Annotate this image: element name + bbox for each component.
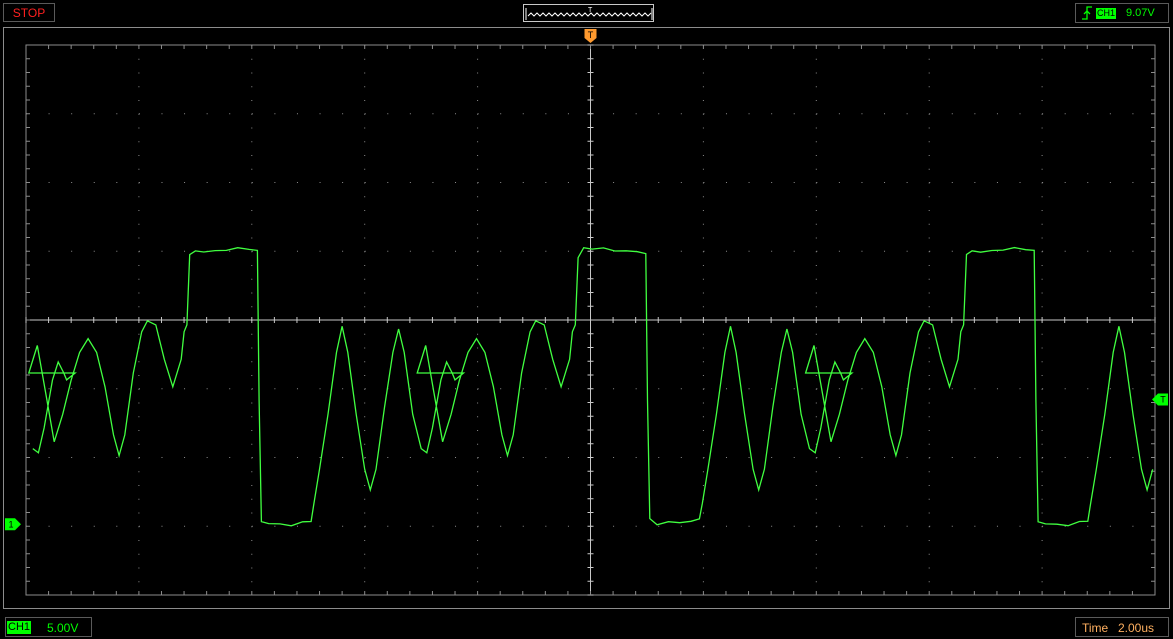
timebase-box[interactable]: Time 2.00us [1075,617,1169,637]
bottom-status-bar: CH1 5.00V Time 2.00us [0,612,1173,639]
trigger-position-marker: T [584,29,597,43]
trigger-level-marker: T [1152,393,1168,406]
scope-display[interactable]: T T 1 [3,27,1170,609]
trigger-source-badge: CH1 [1096,8,1117,19]
rising-edge-icon [1082,6,1092,20]
trigger-status-box[interactable]: CH1 9.07V [1075,3,1169,23]
channel-scale-box[interactable]: CH1 5.00V [5,617,92,637]
channel-badge: CH1 [7,621,32,634]
trigger-level-label: T [1160,395,1166,405]
timebase-window-indicator[interactable]: T [523,4,654,22]
timebase-label: Time [1082,621,1109,635]
trigger-position-label: T [588,30,594,40]
run-stop-button[interactable]: STOP [3,3,55,22]
run-state-label: STOP [12,6,46,20]
timebase-window-trigger-marker: T [588,7,593,14]
channel-ground-marker: 1 [5,518,21,531]
channel-volts-per-div: 5.00V [47,621,79,635]
top-status-bar: STOP T CH1 9.07V [0,0,1173,26]
timebase-window-waveform-icon: T [525,7,653,20]
trigger-level-value: 9.07V [1126,7,1155,19]
timebase-value: 2.00us [1118,621,1155,635]
waveform-graticule: T T 1 [5,29,1168,596]
channel-ground-label: 1 [8,519,13,529]
